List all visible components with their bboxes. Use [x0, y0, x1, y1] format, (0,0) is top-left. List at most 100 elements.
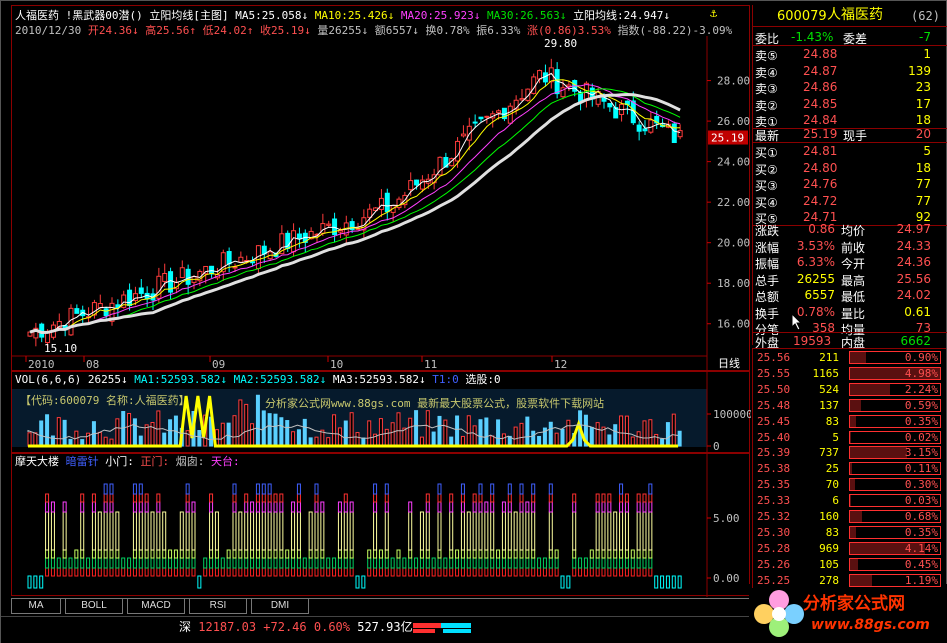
price-level-row[interactable]: 25.40 5 0.02%	[753, 430, 947, 446]
indicator-segment	[232, 567, 237, 577]
tab-rsi[interactable]: RSI	[189, 599, 247, 614]
vol-ma2: MA2:52593.582↓	[233, 373, 327, 386]
candle-body	[378, 197, 384, 210]
indicator-segment	[437, 567, 442, 577]
indicator-segment	[367, 549, 372, 559]
indicator-segment	[179, 511, 184, 551]
indicator-segment	[589, 567, 594, 577]
candle-body	[326, 223, 332, 226]
indicator-segment	[537, 557, 542, 569]
indicator-segment	[478, 483, 483, 495]
formula-name[interactable]: !黑武器00潜()	[66, 9, 143, 22]
indicator-segment	[80, 549, 85, 559]
indicator-segment	[45, 557, 50, 569]
indicator-segment	[572, 549, 577, 559]
price-level-row[interactable]: 25.25 278 1.19%	[753, 573, 947, 589]
month-label: 08	[86, 358, 99, 371]
price-level-row[interactable]: 25.28 969 4.14%	[753, 541, 947, 557]
indicator-segment	[425, 493, 430, 503]
indicator-segment	[279, 493, 284, 503]
bid-row[interactable]: 买③ 24.76 77	[753, 176, 947, 193]
tab-dmi[interactable]: DMI	[251, 599, 309, 614]
ask-row[interactable]: 卖④ 24.87 139	[753, 63, 947, 80]
bid-row[interactable]: 买④ 24.72 77	[753, 193, 947, 210]
level-bar: 0.11%	[849, 462, 941, 476]
price-level-row[interactable]: 25.32 160 0.68%	[753, 509, 947, 525]
indicator-segment	[613, 567, 618, 577]
level-price: 25.55	[757, 366, 791, 380]
indicator-segment	[373, 549, 378, 559]
indicator-segment	[168, 549, 173, 559]
price-level-list[interactable]: 25.56 211 0.90% 25.55 1165 4.98% 25.50 524 2.24%…	[752, 348, 946, 588]
indicator-segment	[203, 557, 208, 569]
stat-value: 0.61	[904, 304, 931, 319]
indicator-segment	[50, 549, 55, 559]
indicator-segment	[583, 567, 588, 577]
price-level-row[interactable]: 25.48 137 0.59%	[753, 398, 947, 414]
price-level-row[interactable]: 25.56 211 0.90%	[753, 350, 947, 366]
anchor-icon[interactable]: ⚓	[710, 7, 717, 20]
ask-row[interactable]: 卖⑤ 24.88 1	[753, 46, 947, 63]
indicator-segment	[68, 557, 73, 569]
indicator-segment	[484, 557, 489, 569]
indicator-segment	[232, 557, 237, 569]
info-open: 开24.36↓	[87, 24, 139, 37]
indicator-segment	[496, 567, 501, 577]
volume-bar	[62, 419, 67, 447]
indicator-segment	[103, 557, 108, 569]
status-amount: 527.93亿	[357, 620, 413, 634]
tab-ma[interactable]: MA	[11, 599, 61, 614]
ask-row[interactable]: 卖② 24.85 17	[753, 96, 947, 113]
bid-row[interactable]: 买① 24.81 5	[753, 143, 947, 160]
indicator-segment	[132, 567, 137, 577]
stat-value: 25.56	[896, 271, 931, 286]
price-level-row[interactable]: 25.50 524 2.24%	[753, 382, 947, 398]
info-volume: 量26255↓	[317, 24, 369, 37]
indicator-segment	[138, 511, 143, 551]
indicator-segment	[74, 567, 79, 577]
indicator-segment	[525, 567, 530, 577]
indicator-segment	[80, 567, 85, 577]
ask-price: 24.84	[803, 113, 838, 127]
price-level-row[interactable]: 25.55 1165 4.98%	[753, 366, 947, 382]
bid-row[interactable]: 买② 24.80 18	[753, 160, 947, 177]
indicator-segment	[378, 549, 383, 559]
price-chart-svg[interactable]: 28.00 26.00 24.00 22.00 20.00 18.00 16.00 25.19…	[12, 6, 751, 372]
indicator-segment	[437, 557, 442, 569]
indicator-segment	[548, 483, 553, 495]
candle-body	[455, 140, 461, 162]
price-level-row[interactable]: 25.39 737 3.15%	[753, 445, 947, 461]
chart-mode[interactable]: 立阳均线[主图]	[149, 9, 228, 22]
price-level-row[interactable]: 25.30 83 0.35%	[753, 525, 947, 541]
indicator-segment	[537, 567, 542, 577]
level-bar: 0.35%	[849, 414, 941, 428]
indicator-segment	[601, 557, 606, 569]
indicator-panel[interactable]: 5.00 0.00 摩天大楼 暗雷针 小门: 正门: 烟囱: 天台:	[11, 453, 751, 597]
indicator-segment	[367, 567, 372, 577]
volume-panel[interactable]: 100000 0 VOL(6,6,6) 26255↓ MA1:52593.582↓…	[11, 371, 751, 454]
indicator-segment	[443, 557, 448, 569]
indicator-segment	[648, 501, 653, 513]
indicator-chart-svg[interactable]: 5.00 0.00	[12, 454, 751, 597]
indicator-segment	[384, 549, 389, 559]
price-chart-panel[interactable]: 28.00 26.00 24.00 22.00 20.00 18.00 16.00 25.19…	[11, 5, 751, 372]
indicator-segment	[501, 557, 506, 569]
indicator-segment	[384, 483, 389, 495]
price-level-row[interactable]: 25.38 25 0.11%	[753, 461, 947, 477]
period-label[interactable]: 日线	[718, 357, 740, 370]
ma30-label: MA30:26.563↓	[486, 9, 567, 22]
price-level-row[interactable]: 25.35 70 0.30%	[753, 477, 947, 493]
indicator-segment	[238, 567, 243, 577]
quote-stats: 涨跌 0.86 均价 24.97 涨幅 3.53% 前收 24.33 振幅 6.33% 今开 24.3…	[753, 221, 947, 337]
tab-macd[interactable]: MACD	[127, 599, 185, 614]
tab-boll[interactable]: BOLL	[65, 599, 123, 614]
indicator-segment	[630, 549, 635, 559]
indicator-segment	[525, 501, 530, 513]
price-level-row[interactable]: 25.33 6 0.03%	[753, 493, 947, 509]
indicator-segment	[244, 567, 249, 577]
volume-bar	[642, 420, 647, 447]
price-level-row[interactable]: 25.26 105 0.45%	[753, 557, 947, 573]
indicator-segment	[490, 567, 495, 577]
price-level-row[interactable]: 25.45 83 0.35%	[753, 414, 947, 430]
ask-row[interactable]: 卖③ 24.86 23	[753, 79, 947, 96]
